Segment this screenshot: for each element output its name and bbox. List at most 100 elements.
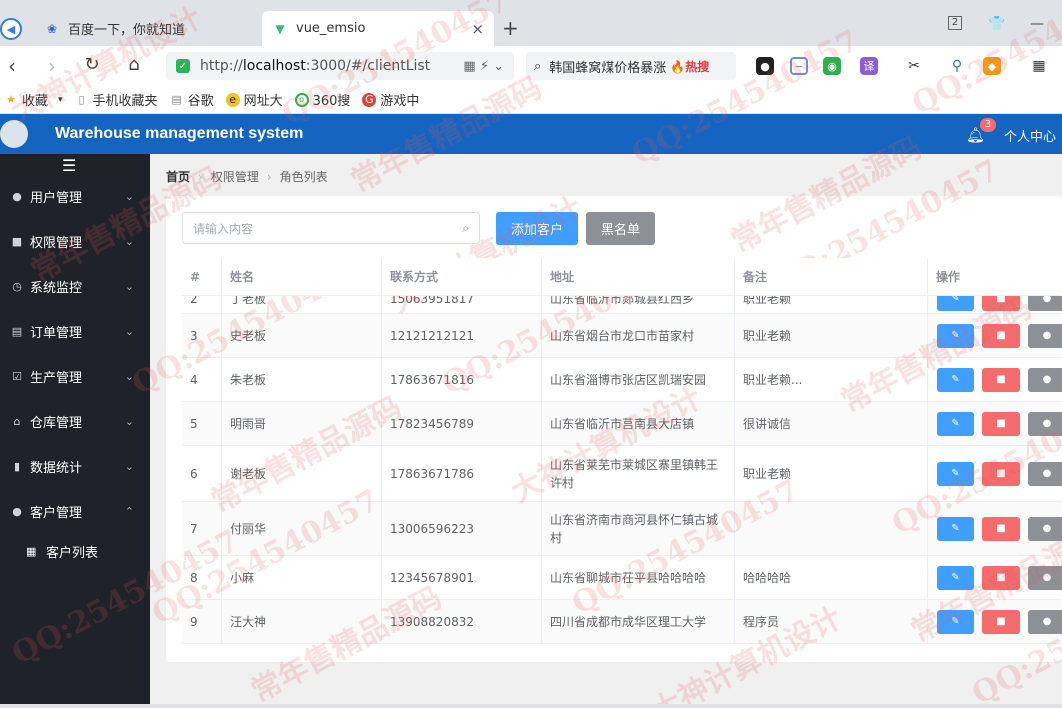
- bookmark-360[interactable]: o 360搜: [294, 90, 350, 109]
- sidebar-item-orders[interactable]: ▤ 订单管理 ⌄: [0, 309, 150, 354]
- pencil-icon: ✎: [951, 418, 960, 429]
- delete-button[interactable]: ■: [982, 565, 1020, 590]
- delete-button[interactable]: ■: [982, 411, 1020, 436]
- delete-button[interactable]: ■: [982, 461, 1020, 486]
- hamburger-icon[interactable]: ☰: [62, 156, 76, 175]
- apps-grid-icon[interactable]: ▦: [1030, 57, 1048, 75]
- translate-icon[interactable]: 译: [860, 57, 878, 75]
- sidebar-item-clients[interactable]: ● 客户管理 ⌃: [0, 489, 150, 534]
- edit-button[interactable]: ✎: [937, 367, 974, 392]
- cell-note: [735, 502, 928, 555]
- cell-address: 山东省济南市商河县怀仁镇古城村: [542, 502, 735, 555]
- cell-address: 山东省莱芜市莱城区寨里镇韩王许村: [542, 446, 735, 501]
- edit-button[interactable]: ✎: [937, 516, 974, 541]
- browser-tab-strip: ◀ ❀ 百度一下，你就知道 ▼ vue_emsio × + 2 👕 —: [0, 0, 1062, 46]
- delete-button[interactable]: ■: [982, 609, 1020, 634]
- app-title: Warehouse management system: [55, 125, 304, 142]
- chevron-down-icon: ⌄: [124, 235, 134, 248]
- close-icon[interactable]: ×: [471, 20, 484, 38]
- cell-index: 3: [182, 314, 222, 357]
- trash-icon: ■: [996, 523, 1006, 534]
- minus-circle-icon[interactable]: −: [790, 57, 808, 75]
- edit-button[interactable]: ✎: [937, 323, 974, 348]
- delete-button[interactable]: ■: [982, 323, 1020, 348]
- shirt-icon[interactable]: 👕: [988, 16, 1005, 32]
- bookmark-mobile[interactable]: ▯ 手机收藏夹: [75, 90, 158, 109]
- edit-button[interactable]: ✎: [937, 609, 974, 634]
- cell-index: 4: [182, 358, 222, 401]
- user-center-menu[interactable]: 个人中心 ⌄: [1004, 126, 1062, 145]
- chat-icon[interactable]: ◉: [823, 57, 841, 75]
- cell-contact: 13006596223: [382, 502, 542, 555]
- edit-button[interactable]: ✎: [937, 411, 974, 436]
- extension-icon[interactable]: ●: [756, 57, 774, 75]
- home-icon: ⌂: [13, 415, 21, 428]
- bookmark-google[interactable]: ▤ 谷歌: [170, 90, 213, 109]
- info-button[interactable]: ●: [1028, 461, 1062, 486]
- info-icon: ●: [1042, 330, 1052, 341]
- chevron-down-icon: ⌄: [124, 280, 134, 293]
- sidebar-subitem-client-list[interactable]: ▦ 客户列表: [0, 530, 150, 572]
- bar-chart-icon: ▮: [13, 460, 21, 473]
- delete-button[interactable]: ■: [982, 367, 1020, 392]
- delete-button[interactable]: ■: [982, 516, 1020, 541]
- info-button[interactable]: ●: [1028, 609, 1062, 634]
- scissors-icon[interactable]: ✂: [905, 57, 923, 75]
- column-header-address: 地址: [542, 258, 735, 296]
- bookmark-sites[interactable]: e 网址大: [225, 90, 283, 109]
- bookmark-games[interactable]: G 游戏中: [362, 90, 419, 109]
- cell-note: 职业老赖: [735, 314, 928, 357]
- table-row: 8 小麻 12345678901 山东省聊城市茌平县哈哈哈哈 哈哈哈哈 ✎ ■ ●: [182, 556, 1062, 600]
- sidebar-item-warehouse[interactable]: ⌂ 仓库管理 ⌄: [0, 399, 150, 444]
- cell-note: 职业老赖: [735, 446, 928, 501]
- edit-button[interactable]: ✎: [937, 461, 974, 486]
- forward-icon[interactable]: ›: [40, 54, 64, 78]
- home-icon[interactable]: ⌂: [122, 54, 146, 75]
- sidebar: ☰ ● 用户管理 ⌄ ■ 权限管理 ⌄ ◷ 系统监控 ⌄ ▤ 订单管理 ⌄ ☑ 生产管理 ⌄ ⌂ 仓库…: [0, 154, 150, 704]
- cell-index: 6: [182, 446, 222, 501]
- bookmark-favorites[interactable]: ★ 收藏 ▾: [4, 90, 62, 109]
- sidebar-item-production[interactable]: ☑ 生产管理 ⌄: [0, 354, 150, 399]
- browser-search-input[interactable]: ⌕ 韩国蜂窝煤价格暴涨 🔥热搜: [526, 52, 736, 80]
- sidebar-item-user-management[interactable]: ● 用户管理 ⌄: [0, 174, 150, 219]
- sidebar-item-statistics[interactable]: ▮ 数据统计 ⌄: [0, 444, 150, 489]
- url-input[interactable]: ✓ http://localhost:3000/#/clientList ▦ ⚡…: [166, 52, 514, 80]
- info-button[interactable]: ●: [1028, 411, 1062, 436]
- breadcrumb-home[interactable]: 首页: [166, 170, 190, 184]
- cell-contact: 17823456789: [382, 402, 542, 445]
- pencil-icon: ✎: [951, 523, 960, 534]
- search-text: 韩国蜂窝煤价格暴涨: [549, 60, 667, 76]
- new-tab-button[interactable]: +: [502, 16, 519, 40]
- info-button[interactable]: ●: [1028, 367, 1062, 392]
- search-icon[interactable]: ⌕: [462, 221, 469, 236]
- info-button[interactable]: ●: [1028, 323, 1062, 348]
- info-button[interactable]: ●: [1028, 565, 1062, 590]
- magnifier-icon[interactable]: ⚲: [948, 57, 966, 75]
- client-search-input[interactable]: 请输入内容 ⌕: [182, 212, 480, 244]
- minimize-icon[interactable]: —: [1030, 16, 1044, 32]
- cell-name: 史老板: [222, 314, 382, 357]
- edit-button[interactable]: ✎: [937, 565, 974, 590]
- game-icon[interactable]: ◆: [983, 57, 1001, 75]
- monitor-icon: ■: [11, 235, 23, 248]
- qr-lightning-chevron-icon[interactable]: ▦ ⚡ ⌄: [463, 59, 504, 74]
- sidebar-item-monitor[interactable]: ◷ 系统监控 ⌄: [0, 264, 150, 309]
- add-client-button[interactable]: 添加客户: [496, 212, 578, 245]
- cell-address: 山东省聊城市茌平县哈哈哈哈: [542, 556, 735, 599]
- tab-baidu[interactable]: ❀ 百度一下，你就知道: [34, 11, 260, 46]
- blacklist-button[interactable]: 黑名单: [586, 212, 655, 245]
- info-button[interactable]: ●: [1028, 516, 1062, 541]
- game-icon: G: [362, 92, 377, 107]
- 360-icon: o: [294, 92, 309, 107]
- back-icon[interactable]: ‹: [0, 54, 24, 78]
- sidebar-item-permission[interactable]: ■ 权限管理 ⌄: [0, 219, 150, 264]
- breadcrumb: 首页 › 权限管理 › 角色列表: [166, 170, 328, 184]
- window-count-badge[interactable]: 2: [948, 16, 962, 30]
- info-icon: ●: [1042, 374, 1052, 385]
- tab-vue-emsio[interactable]: ▼ vue_emsio ×: [262, 11, 494, 46]
- browser-logo-icon[interactable]: ◀: [0, 18, 22, 40]
- user-icon: ●: [12, 190, 22, 203]
- cell-index: 5: [182, 402, 222, 445]
- cell-contact: 12345678901: [382, 556, 542, 599]
- reload-icon[interactable]: ↻: [80, 54, 104, 75]
